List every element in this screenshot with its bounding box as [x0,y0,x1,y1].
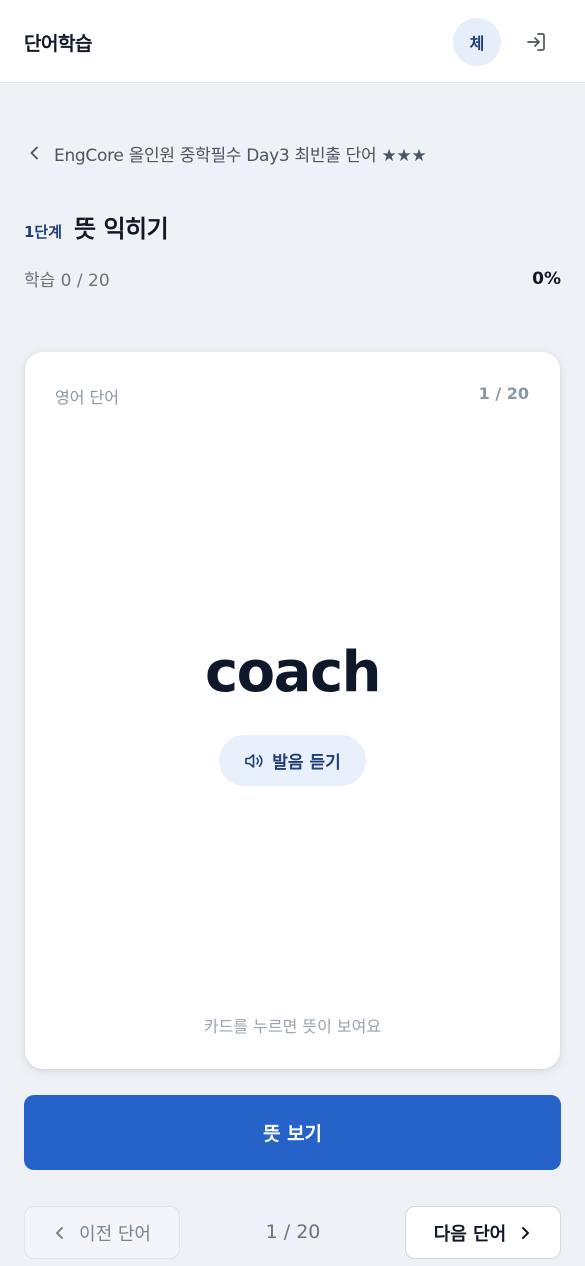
previous-word-button[interactable]: 이전 단어 [24,1206,180,1259]
stage-title: 뜻 익히기 [74,215,169,243]
breadcrumb-text: EngCore 올인원 중학필수 Day3 최빈출 단어 ★★★ [54,145,427,166]
logout-icon[interactable] [525,31,547,53]
chevron-right-icon [522,1226,530,1239]
chevron-left-icon [30,146,38,160]
card-counter: 1 / 20 [478,384,529,403]
progress-percent: 0% [532,268,561,289]
english-word: coach [204,640,382,705]
progress-row: 학습 0 / 20 0% [24,266,561,292]
listen-label: 발음 듣기 [272,753,341,773]
avatar[interactable]: 체 [453,18,501,66]
breadcrumb-back-link[interactable]: EngCore 올인원 중학필수 Day3 최빈출 단어 ★★★ [26,141,427,166]
progress-count: 학습 0 / 20 [24,271,110,291]
card-hint: 카드를 누르면 뜻이 보여요 [203,1017,382,1036]
next-word-button[interactable]: 다음 단어 [405,1206,561,1259]
top-bar: 단어학습 체 [0,0,585,83]
chevron-left-icon [56,1226,64,1239]
flashcard[interactable]: 영어 단어 1 / 20 coach 발음 듣기 카드를 누르면 뜻이 보여요 [25,352,560,1069]
app-title: 단어학습 [24,33,92,55]
card-label: 영어 단어 [55,388,119,407]
next-word-label: 다음 단어 [433,1223,507,1245]
previous-word-label: 이전 단어 [79,1223,151,1245]
stage-label: 1단계 [24,223,63,241]
stage-header: 1단계 뜻 익히기 [24,209,169,244]
speaker-icon [245,753,263,768]
listen-pronunciation-button[interactable]: 발음 듣기 [219,735,366,786]
page-indicator: 1 / 20 [265,1221,321,1243]
show-meaning-button[interactable]: 뜻 보기 [24,1095,561,1170]
